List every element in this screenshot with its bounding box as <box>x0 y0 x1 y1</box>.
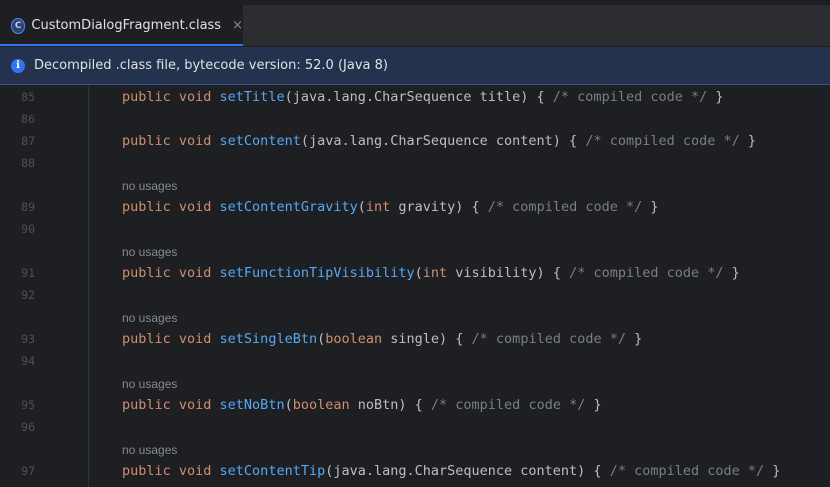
brace: } <box>625 331 643 347</box>
brace: } <box>764 463 781 479</box>
line-number: 91 <box>21 266 35 280</box>
params: (java.lang.CharSequence content) { <box>325 463 610 479</box>
line-number: 93 <box>21 332 35 346</box>
brace: } <box>723 265 740 281</box>
params: noBtn) { <box>349 397 431 413</box>
code-editor[interactable]: 85 public void setTitle(java.lang.CharSe… <box>0 86 830 487</box>
line-number: 92 <box>21 288 35 302</box>
params: gravity) { <box>390 199 488 215</box>
code-text: public void setContent(java.lang.CharSeq… <box>122 130 756 152</box>
code-line-89[interactable]: 89 public void setContentGravity(int gra… <box>0 196 830 218</box>
code-line-94[interactable]: 94 <box>0 350 830 372</box>
class-file-icon: C <box>11 17 26 34</box>
params: visibility) { <box>447 265 570 281</box>
keyword: public void <box>122 331 220 347</box>
code-line-90[interactable]: 90 <box>0 218 830 240</box>
param-type: int <box>365 199 391 215</box>
line-number: 87 <box>21 134 35 148</box>
info-icon: i <box>11 58 25 73</box>
keyword: public void <box>122 89 220 105</box>
paren: ( <box>284 397 293 413</box>
brace: } <box>707 89 724 105</box>
params: single) { <box>382 331 472 347</box>
param-type: boolean <box>292 397 350 413</box>
tab-label: CustomDialogFragment.class <box>31 18 222 33</box>
close-icon[interactable]: × <box>232 18 243 33</box>
paren: ( <box>414 265 423 281</box>
code-line-88[interactable]: 88 <box>0 152 830 174</box>
code-line-97[interactable]: 97 public void setContentTip(java.lang.C… <box>0 460 830 482</box>
code-line-85[interactable]: 85 public void setTitle(java.lang.CharSe… <box>0 86 830 108</box>
code-line-92[interactable]: 92 <box>0 284 830 306</box>
comment: /* compiled code */ <box>471 331 626 347</box>
params: (java.lang.CharSequence title) { <box>284 89 553 105</box>
banner-text: Decompiled .class file, bytecode version… <box>34 58 388 73</box>
code-text: public void setSingleBtn(boolean single)… <box>122 328 642 350</box>
code-line-91[interactable]: 91 public void setFunctionTipVisibility(… <box>0 262 830 284</box>
code-line-95[interactable]: 95 public void setNoBtn(boolean noBtn) {… <box>0 394 830 416</box>
code-text: public void setFunctionTipVisibility(int… <box>122 262 740 284</box>
comment: /* compiled code */ <box>552 89 708 105</box>
line-number: 90 <box>21 222 35 236</box>
comment: /* compiled code */ <box>430 397 586 413</box>
param-type: int <box>422 265 448 281</box>
paren: ( <box>357 199 366 215</box>
method-name: setContentGravity <box>219 199 358 215</box>
method-name: setNoBtn <box>219 397 285 413</box>
param-type: boolean <box>325 331 383 347</box>
code-line-86[interactable]: 86 <box>0 108 830 130</box>
keyword: public void <box>122 265 220 281</box>
paren: ( <box>317 331 326 347</box>
params: (java.lang.CharSequence content) { <box>300 133 586 149</box>
line-number: 86 <box>21 112 35 126</box>
code-line-96[interactable]: 96 <box>0 416 830 438</box>
line-number: 96 <box>21 420 35 434</box>
comment: /* compiled code */ <box>609 463 765 479</box>
code-text: public void setContentGravity(int gravit… <box>122 196 659 218</box>
code-text: public void setNoBtn(boolean noBtn) { /*… <box>122 394 602 416</box>
method-name: setFunctionTipVisibility <box>219 265 415 281</box>
usages-hint[interactable]: no usages <box>122 311 177 325</box>
keyword: public void <box>122 133 220 149</box>
method-name: setContentTip <box>219 463 326 479</box>
method-name: setSingleBtn <box>219 331 318 347</box>
line-number: 94 <box>21 354 35 368</box>
brace: } <box>642 199 659 215</box>
line-number: 85 <box>21 90 35 104</box>
code-line-87[interactable]: 87 public void setContent(java.lang.Char… <box>0 130 830 152</box>
brace: } <box>739 133 757 149</box>
editor-tab-bar: C CustomDialogFragment.class × <box>0 0 830 46</box>
usages-hint[interactable]: no usages <box>122 443 177 457</box>
method-name: setContent <box>219 133 301 149</box>
comment: /* compiled code */ <box>569 265 724 281</box>
keyword: public void <box>122 463 220 479</box>
code-text: public void setContentTip(java.lang.Char… <box>122 460 780 482</box>
comment: /* compiled code */ <box>487 199 643 215</box>
keyword: public void <box>122 199 220 215</box>
code-line-93[interactable]: 93 public void setSingleBtn(boolean sing… <box>0 328 830 350</box>
usages-hint[interactable]: no usages <box>122 377 177 391</box>
tab-custom-dialog-fragment[interactable]: C CustomDialogFragment.class × <box>0 5 243 46</box>
method-name: setTitle <box>219 89 285 105</box>
usages-hint[interactable]: no usages <box>122 179 177 193</box>
code-text: public void setTitle(java.lang.CharSeque… <box>122 86 724 108</box>
line-number: 88 <box>21 156 35 170</box>
line-number: 89 <box>21 200 35 214</box>
comment: /* compiled code */ <box>585 133 740 149</box>
brace: } <box>585 397 602 413</box>
usages-hint[interactable]: no usages <box>122 245 177 259</box>
keyword: public void <box>122 397 220 413</box>
decompiled-info-banner: i Decompiled .class file, bytecode versi… <box>0 47 830 85</box>
line-number: 97 <box>21 464 35 478</box>
line-number: 95 <box>21 398 35 412</box>
